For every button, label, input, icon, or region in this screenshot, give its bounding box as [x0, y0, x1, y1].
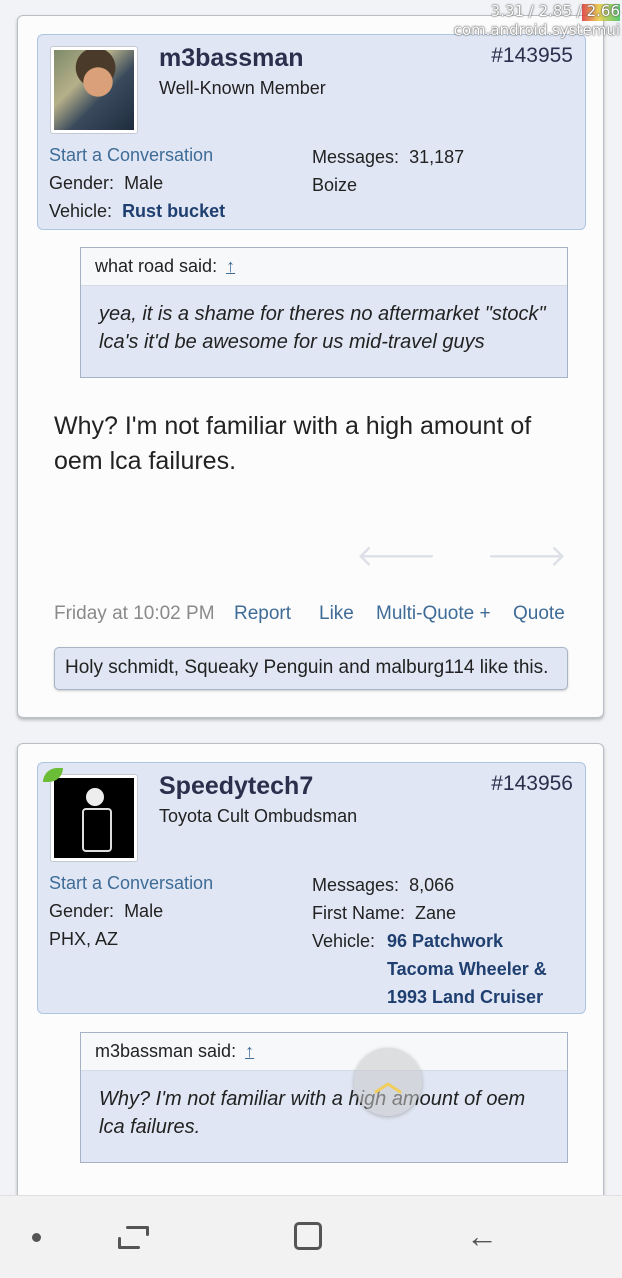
start-conversation-link[interactable]: Start a Conversation	[49, 869, 213, 897]
likes-summary: Holy schmidt, Squeaky Penguin and malbur…	[54, 647, 568, 690]
gender-row: Gender: Male	[49, 169, 225, 197]
post-date[interactable]: Friday at 10:02 PM	[54, 603, 215, 625]
quote-link[interactable]: Quote	[513, 603, 565, 625]
gender-value: Male	[124, 173, 164, 193]
messages-value: 31,187	[409, 147, 465, 167]
dot-icon[interactable]	[32, 1233, 41, 1242]
like-link[interactable]: Like	[319, 603, 354, 625]
post-number-link[interactable]: #143955	[491, 44, 573, 68]
user-title: Well-Known Member	[159, 78, 326, 98]
avatar[interactable]	[50, 46, 138, 134]
location-value: Boize	[312, 175, 358, 195]
vehicle-value: Rust bucket	[122, 201, 226, 221]
vehicle-value-line: Tacoma Wheeler &	[387, 959, 547, 979]
quote-author: m3bassman said:	[95, 1041, 237, 1061]
quote-header: m3bassman said: ↑	[81, 1033, 567, 1071]
start-conversation-link[interactable]: Start a Conversation	[49, 141, 225, 169]
gender-row: Gender: Male	[49, 897, 213, 925]
quote-text: Why? I'm not familiar with a high amount…	[99, 1088, 526, 1138]
username[interactable]: Speedytech7	[159, 772, 313, 801]
quote-text: yea, it is a shame for theres no afterma…	[99, 303, 546, 353]
system-nav-bar: ←	[0, 1195, 622, 1278]
avatar-image	[54, 50, 134, 130]
messages-row: Messages: 8,066	[312, 871, 547, 899]
recents-icon[interactable]	[118, 1222, 149, 1252]
quote-jump-icon[interactable]: ↑	[226, 256, 235, 276]
post-number-link[interactable]: #143956	[491, 772, 573, 796]
messages-row: Messages: 31,187	[312, 143, 464, 171]
post-143955: m3bassman Well-Known Member #143955 Star…	[17, 15, 604, 718]
arrow-right-icon[interactable]: 🡒	[487, 540, 567, 573]
cpu-load-text: 3.31 / 2.85 / 2.66	[490, 2, 620, 20]
user-extra-left: Start a Conversation Gender: Male Vehicl…	[49, 141, 225, 225]
likes-separator: ,	[173, 657, 185, 678]
post-message: Why? I'm not familiar with a high amount…	[54, 412, 532, 475]
first-name-label: First Name:	[312, 903, 406, 923]
avatar[interactable]	[50, 774, 138, 862]
back-icon[interactable]: ←	[466, 1218, 498, 1255]
multi-quote-link[interactable]: Multi-Quote +	[376, 603, 491, 625]
username[interactable]: m3bassman	[159, 44, 304, 73]
arrow-left-icon[interactable]: 🡐	[356, 540, 436, 573]
location-value: PHX, AZ	[49, 929, 119, 949]
likes-separator: and	[333, 657, 376, 678]
messages-label: Messages:	[312, 147, 400, 167]
first-name-value: Zane	[415, 903, 457, 923]
vehicle-row: Vehicle: Rust bucket	[49, 197, 225, 225]
likes-suffix: like this.	[474, 657, 549, 678]
user-info-box: Speedytech7 Toyota Cult Ombudsman #14395…	[37, 762, 586, 1014]
quote-block: what road said: ↑ yea, it is a shame for…	[80, 247, 568, 378]
quote-block: m3bassman said: ↑ Why? I'm not familiar …	[80, 1032, 568, 1163]
user-info-box: m3bassman Well-Known Member #143955 Star…	[37, 34, 586, 230]
vehicle-value-line: 1993 Land Cruiser	[387, 987, 544, 1007]
gender-label: Gender:	[49, 173, 115, 193]
quote-author: what road said:	[95, 256, 218, 276]
quote-jump-icon[interactable]: ↑	[245, 1041, 254, 1061]
scroll-top-button[interactable]: ︿	[354, 1048, 422, 1116]
messages-value: 8,066	[409, 875, 455, 895]
report-link[interactable]: Report	[234, 603, 291, 625]
user-extra-left: Start a Conversation Gender: Male PHX, A…	[49, 869, 213, 953]
home-icon[interactable]	[294, 1222, 322, 1250]
vehicle-value-line: 96 Patchwork	[387, 931, 504, 951]
avatar-image	[54, 778, 134, 858]
foreground-app-text: com.android.systemui	[453, 21, 620, 39]
quote-header: what road said: ↑	[81, 248, 567, 286]
vehicle-label: Vehicle:	[312, 931, 376, 951]
liker-link[interactable]: Holy schmidt	[65, 657, 174, 678]
chevron-up-icon: ︿	[373, 1066, 402, 1097]
messages-label: Messages:	[312, 875, 400, 895]
gender-value: Male	[124, 901, 164, 921]
vehicle-label: Vehicle:	[49, 201, 113, 221]
user-extra-right: Messages: 31,187 Boize	[312, 143, 464, 199]
debug-overlay: 3.31 / 2.85 / 2.66 com.android.systemui	[454, 2, 620, 40]
user-extra-right: Messages: 8,066 First Name: Zane Vehicle…	[312, 871, 547, 1011]
post-143956: Speedytech7 Toyota Cult Ombudsman #14395…	[17, 743, 604, 1203]
vehicle-row: Vehicle: 96 Patchwork Tacoma Wheeler & 1…	[312, 927, 547, 1011]
user-title: Toyota Cult Ombudsman	[159, 806, 358, 826]
liker-link[interactable]: malburg114	[376, 657, 475, 678]
gender-label: Gender:	[49, 901, 115, 921]
first-name-row: First Name: Zane	[312, 899, 547, 927]
post-nav-arrows: 🡐 🡒	[306, 538, 567, 574]
liker-link[interactable]: Squeaky Penguin	[184, 657, 333, 678]
